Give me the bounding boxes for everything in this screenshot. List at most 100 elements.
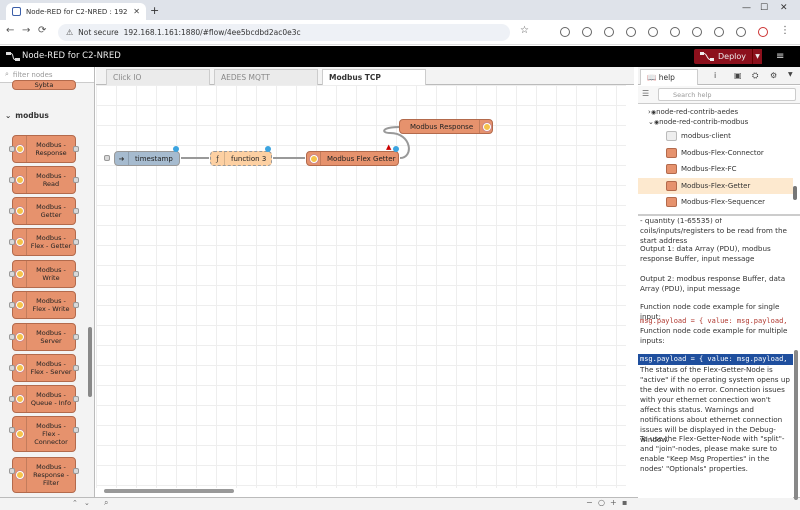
help-tree: › ◉ node-red-contrib-aedes ⌄ ◉ node-red-c… bbox=[638, 104, 800, 216]
palette-node[interactable]: Modbus - Flex - Getter bbox=[9, 228, 79, 256]
palette-node-partial[interactable]: Sybta bbox=[12, 80, 76, 90]
deploy-options-button[interactable]: ▼ bbox=[752, 49, 762, 64]
tab-help[interactable]: 📖 help bbox=[640, 69, 698, 85]
palette-node[interactable]: Modbus - Write bbox=[9, 260, 79, 288]
tab-click-io[interactable]: Click IO bbox=[106, 69, 210, 85]
flow-node-modbus-response[interactable]: Modbus Response bbox=[399, 119, 493, 134]
palette-node[interactable]: Modbus - Getter bbox=[9, 197, 79, 225]
input-port bbox=[9, 302, 15, 308]
palette-node[interactable]: Modbus - Read bbox=[9, 166, 79, 194]
minimize-window-button[interactable]: — bbox=[742, 3, 751, 13]
deploy-icon bbox=[700, 52, 714, 61]
help-tree-item[interactable]: Modbus-Flex-FC bbox=[638, 161, 793, 177]
canvas-horizontal-scrollbar[interactable] bbox=[104, 489, 234, 493]
help-tree-item[interactable]: modbus-client bbox=[638, 128, 793, 144]
flow-canvas[interactable]: ➜ timestamp ƒ function 3 Modbus Flex Get… bbox=[96, 85, 626, 488]
help-tree-label: modbus-client bbox=[681, 132, 731, 140]
zoom-reset-button[interactable]: ○ bbox=[598, 498, 605, 507]
palette-category-modbus[interactable]: ⌄ modbus bbox=[0, 108, 86, 122]
browser-tab[interactable]: Node-RED for C2-NRED : 192.1 ✕ bbox=[6, 3, 146, 20]
palette-scroll-down-button[interactable]: ⌄ bbox=[84, 499, 90, 507]
search-icon: ⌕ bbox=[5, 70, 9, 78]
help-tree-scrollbar[interactable] bbox=[793, 186, 797, 200]
output-port bbox=[73, 302, 79, 308]
browser-tab-title: Node-RED for C2-NRED : 192.1 bbox=[26, 7, 129, 16]
palette-node[interactable]: Modbus - Response bbox=[9, 135, 79, 163]
zoom-in-button[interactable]: + bbox=[610, 498, 617, 507]
forward-button[interactable]: → bbox=[22, 25, 30, 36]
profile-avatar[interactable] bbox=[758, 27, 768, 37]
palette-scrollbar[interactable] bbox=[88, 327, 92, 397]
deploy-button[interactable]: Deploy bbox=[694, 49, 760, 64]
palette-node[interactable]: Modbus - Flex - Write bbox=[9, 291, 79, 319]
extension-icon[interactable] bbox=[604, 27, 614, 37]
search-flows-icon[interactable]: ⌕ bbox=[104, 498, 108, 508]
close-window-button[interactable]: ✕ bbox=[780, 3, 788, 13]
help-tree-item[interactable]: Modbus-Flex-Sequencer bbox=[638, 194, 793, 210]
browser-menu-icon[interactable]: ⋮ bbox=[780, 25, 790, 36]
reload-button[interactable]: ⟳ bbox=[38, 25, 46, 36]
navigator-button[interactable]: ▪ bbox=[622, 498, 627, 507]
extension-icon[interactable] bbox=[560, 27, 570, 37]
changed-badge bbox=[265, 146, 271, 152]
address-bar-row: ← → ⟳ ⚠ Not secure 192.168.1.161:1880/#f… bbox=[0, 20, 800, 45]
help-tree-label: Modbus-Flex-Sequencer bbox=[681, 198, 766, 206]
help-tab-icon[interactable]: ▣ bbox=[734, 71, 742, 80]
output-port bbox=[73, 334, 79, 340]
close-tab-icon[interactable]: ✕ bbox=[133, 7, 140, 16]
palette-scroll-up-button[interactable]: ⌃ bbox=[72, 499, 78, 507]
output-port bbox=[73, 208, 79, 214]
help-tree-label: Modbus-Flex-Connector bbox=[681, 148, 764, 157]
palette-node[interactable]: Modbus - Queue - Info bbox=[9, 385, 79, 413]
chevron-down-icon[interactable]: ▼ bbox=[788, 71, 793, 78]
help-content-scrollbar[interactable] bbox=[794, 350, 798, 500]
warning-icon: ⚠ bbox=[66, 28, 74, 37]
nodered-logo-icon bbox=[6, 52, 20, 61]
input-port bbox=[9, 365, 15, 371]
palette-node[interactable]: Modbus - Flex - Server bbox=[9, 354, 79, 382]
tab-aedes-mqtt[interactable]: AEDES MQTT bbox=[214, 69, 318, 85]
extension-icon[interactable] bbox=[648, 27, 658, 37]
url-input[interactable]: ⚠ Not secure 192.168.1.161:1880/#flow/4e… bbox=[58, 24, 510, 41]
output-port bbox=[73, 365, 79, 371]
output-port bbox=[73, 177, 79, 183]
input-port bbox=[9, 208, 15, 214]
flow-node-timestamp[interactable]: ➜ timestamp bbox=[114, 151, 180, 166]
extension-icon[interactable] bbox=[626, 27, 636, 37]
extension-icon[interactable] bbox=[736, 27, 746, 37]
help-tree-item[interactable]: Modbus-Flex-Server bbox=[638, 211, 793, 214]
extension-icon[interactable] bbox=[692, 27, 702, 37]
tab-modbus-tcp[interactable]: Modbus TCP bbox=[322, 69, 426, 86]
help-paragraph: To use the Flex-Getter-Node with "split"… bbox=[640, 434, 785, 473]
bookmark-star-icon[interactable]: ☆ bbox=[520, 25, 529, 36]
main-menu-button[interactable]: ≡ bbox=[776, 51, 784, 62]
settings-gear-icon[interactable]: ⚙ bbox=[770, 71, 777, 80]
gear-icon bbox=[307, 152, 321, 165]
back-button[interactable]: ← bbox=[6, 25, 14, 36]
extension-icon[interactable] bbox=[670, 27, 680, 37]
maximize-window-button[interactable]: ☐ bbox=[760, 3, 768, 13]
palette-node[interactable]: Modbus - Server bbox=[9, 323, 79, 351]
node-type-icon bbox=[666, 147, 677, 158]
help-search-row: ☰ Search help bbox=[638, 86, 800, 104]
url-text: 192.168.1.161:1880/#flow/4ee5bcdbd2ac0e3… bbox=[123, 28, 301, 37]
list-toggle-icon[interactable]: ☰ bbox=[642, 89, 649, 98]
flow-node-modbus-flex-getter[interactable]: Modbus Flex Getter bbox=[306, 151, 399, 166]
changed-badge bbox=[393, 146, 399, 152]
flow-node-function[interactable]: ƒ function 3 bbox=[210, 151, 272, 166]
palette-node[interactable]: Modbus - Response - Filter bbox=[9, 457, 79, 493]
extension-icon[interactable] bbox=[582, 27, 592, 37]
help-search-input[interactable]: Search help bbox=[658, 88, 796, 101]
nodered-header: Node-RED for C2-NRED Deploy ▼ ≡ bbox=[0, 46, 800, 67]
info-tab-icon[interactable]: i bbox=[714, 71, 716, 80]
zoom-out-button[interactable]: − bbox=[586, 498, 593, 507]
help-tree-item[interactable]: Modbus-Flex-Getter bbox=[638, 177, 793, 194]
config-tab-icon[interactable]: ⛭ bbox=[752, 71, 758, 81]
extension-icon[interactable] bbox=[714, 27, 724, 37]
app-title: Node-RED for C2-NRED bbox=[22, 51, 121, 61]
inject-button[interactable] bbox=[104, 155, 110, 161]
help-tree-item[interactable]: Modbus-Flex-Connector bbox=[638, 145, 793, 161]
input-port bbox=[9, 271, 15, 277]
new-tab-button[interactable]: + bbox=[150, 4, 159, 17]
palette-node[interactable]: Modbus - Flex - Connector bbox=[9, 416, 79, 452]
